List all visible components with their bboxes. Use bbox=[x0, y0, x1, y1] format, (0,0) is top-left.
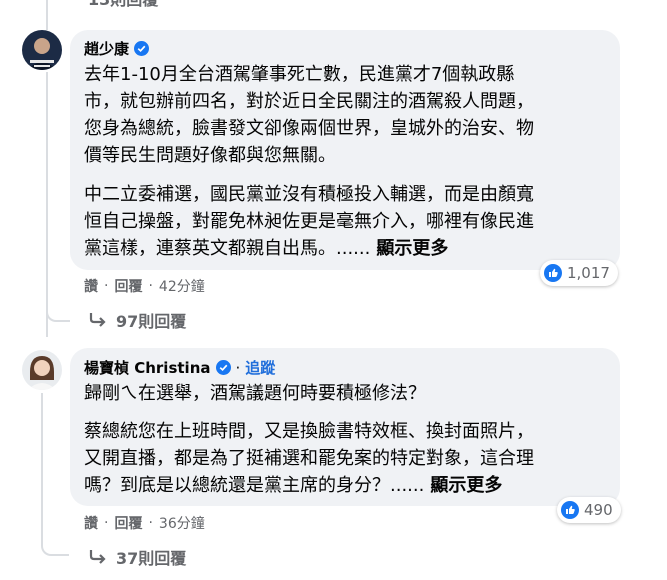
comment-paragraph: 中二立委補選，國民黨並沒有積極投入輔選，而是由顏寬 恒自己操盤，對罷免林昶佐更是… bbox=[84, 181, 534, 262]
avatar[interactable] bbox=[22, 350, 62, 390]
comment-line-last: 黨這樣，連蔡英文都親自出馬。...... 顯示更多 bbox=[84, 235, 534, 262]
avatar-photo-icon bbox=[22, 350, 62, 390]
verified-badge-icon bbox=[134, 41, 150, 56]
separator: · bbox=[235, 358, 241, 377]
comment-line: 中二立委補選，國民黨並沒有積極投入輔選，而是由顏寬 bbox=[84, 184, 534, 205]
follow-button[interactable]: 追蹤 bbox=[245, 357, 275, 378]
see-more-link[interactable]: 顯示更多 bbox=[376, 238, 448, 259]
reaction-count[interactable]: 490 bbox=[557, 497, 621, 523]
thread-elbow bbox=[41, 520, 69, 556]
comment-line: 歸剛ㄟ在選舉，酒駕議題何時要積極修法？ bbox=[84, 383, 426, 404]
comment-line: 市，就包辦前四名，對於近日全民關注的酒駕殺人問題， bbox=[84, 91, 534, 112]
comment-paragraph: 去年1-10月全台酒駕肇事死亡數，民進黨才7個執政縣 市，就包辦前四名，對於近日… bbox=[84, 61, 534, 169]
comment-actions: 讚 · 回覆 · 42分鐘 bbox=[84, 276, 205, 296]
thread-line bbox=[41, 393, 43, 533]
like-count: 490 bbox=[584, 501, 613, 519]
comment-actions: 讚 · 回覆 · 36分鐘 bbox=[84, 513, 205, 533]
previous-replies-link[interactable]: 13則回覆 bbox=[88, 0, 158, 10]
like-button[interactable]: 讚 bbox=[84, 276, 98, 296]
comment-line: 您身為總統，臉書發文卻像兩個世界，皇城外的治安、物 bbox=[84, 118, 534, 139]
reply-button[interactable]: 回覆 bbox=[114, 276, 142, 296]
thread-elbow bbox=[46, 290, 70, 322]
reply-arrow-icon bbox=[89, 313, 106, 327]
separator: · bbox=[148, 515, 153, 531]
like-reaction-icon bbox=[544, 264, 562, 282]
reaction-count[interactable]: 1,017 bbox=[540, 260, 618, 286]
avatar-photo-icon bbox=[22, 30, 62, 70]
separator: · bbox=[104, 278, 109, 294]
avatar[interactable] bbox=[22, 30, 62, 70]
comment-header: 趙少康 bbox=[84, 38, 150, 59]
replies-count-label: 37則回覆 bbox=[116, 549, 187, 568]
separator: · bbox=[148, 278, 153, 294]
view-replies-link[interactable]: 37則回覆 bbox=[88, 545, 186, 569]
comment-line: 又開直播，都是為了挺補選和罷免案的特定對象，這合理 bbox=[84, 448, 534, 469]
author-name[interactable]: 楊寶楨 Christina bbox=[84, 357, 211, 378]
view-replies-link[interactable]: 97則回覆 bbox=[88, 308, 186, 332]
previous-replies-label: 13則回覆 bbox=[88, 0, 158, 9]
comment-line: 價等民生問題好像都與您無關。 bbox=[84, 145, 336, 166]
reply-button[interactable]: 回覆 bbox=[114, 513, 142, 533]
comment-line: 黨這樣，連蔡英文都親自出馬。...... bbox=[84, 238, 371, 259]
comment-line-last: 嗎？到底是以總統還是黨主席的身分？...... 顯示更多 bbox=[84, 472, 534, 499]
comment-line: 恒自己操盤，對罷免林昶佐更是毫無介入，哪裡有像民進 bbox=[84, 211, 534, 232]
replies-count-label: 97則回覆 bbox=[116, 312, 187, 331]
comment-paragraph: 蔡總統您在上班時間，又是換臉書特效框、換封面照片， 又開直播，都是為了挺補選和罷… bbox=[84, 418, 534, 499]
comment-header: 楊寶楨 Christina · 追蹤 bbox=[84, 357, 275, 378]
like-count: 1,017 bbox=[567, 264, 610, 282]
thread-line bbox=[46, 0, 48, 30]
separator: · bbox=[104, 515, 109, 531]
comment-line: 嗎？到底是以總統還是黨主席的身分？...... bbox=[84, 475, 425, 496]
timestamp[interactable]: 36分鐘 bbox=[159, 513, 205, 533]
comment-line: 去年1-10月全台酒駕肇事死亡數，民進黨才7個執政縣 bbox=[84, 64, 515, 85]
timestamp[interactable]: 42分鐘 bbox=[159, 276, 205, 296]
author-name[interactable]: 趙少康 bbox=[84, 38, 129, 59]
like-button[interactable]: 讚 bbox=[84, 513, 98, 533]
reply-arrow-icon bbox=[89, 550, 106, 564]
verified-badge-icon bbox=[215, 360, 231, 375]
like-reaction-icon bbox=[561, 501, 579, 519]
comment-line: 蔡總統您在上班時間，又是換臉書特效框、換封面照片， bbox=[84, 421, 534, 442]
see-more-link[interactable]: 顯示更多 bbox=[430, 475, 502, 496]
comment-paragraph: 歸剛ㄟ在選舉，酒駕議題何時要積極修法？ bbox=[84, 380, 426, 407]
